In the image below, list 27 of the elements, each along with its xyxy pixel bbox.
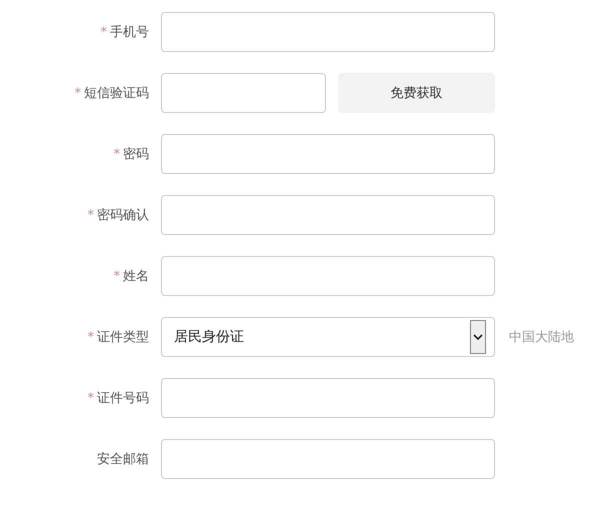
required-mark: * [88,208,94,222]
id-type-dropdown[interactable]: 居民身份证 [161,317,495,357]
field-label: 短信验证码 [84,85,149,102]
text-field[interactable] [161,378,495,418]
get-code-button[interactable]: 免费获取 [338,73,495,113]
text-field[interactable] [161,12,495,52]
field-label: 密码确认 [97,207,149,224]
dropdown-button[interactable] [470,320,486,354]
field-label: 证件类型 [97,329,149,346]
hint-text: 中国大陆地 [509,329,574,346]
required-mark: * [88,330,94,344]
required-mark: * [114,268,120,284]
required-mark: * [88,390,94,406]
text-field[interactable] [161,134,495,174]
required-mark: * [100,24,107,40]
required-mark: * [74,86,81,100]
chevron-down-icon [473,334,483,340]
field-label: 手机号 [110,24,149,41]
field-label: 姓名 [123,268,149,285]
text-field[interactable] [161,439,495,479]
text-field[interactable] [161,256,495,296]
field-label: 安全邮箱 [97,451,149,468]
text-field[interactable] [161,195,495,235]
required-mark: * [114,146,120,162]
code-field[interactable] [161,73,326,113]
field-label: 密码 [123,146,149,163]
field-label: 证件号码 [97,390,149,407]
